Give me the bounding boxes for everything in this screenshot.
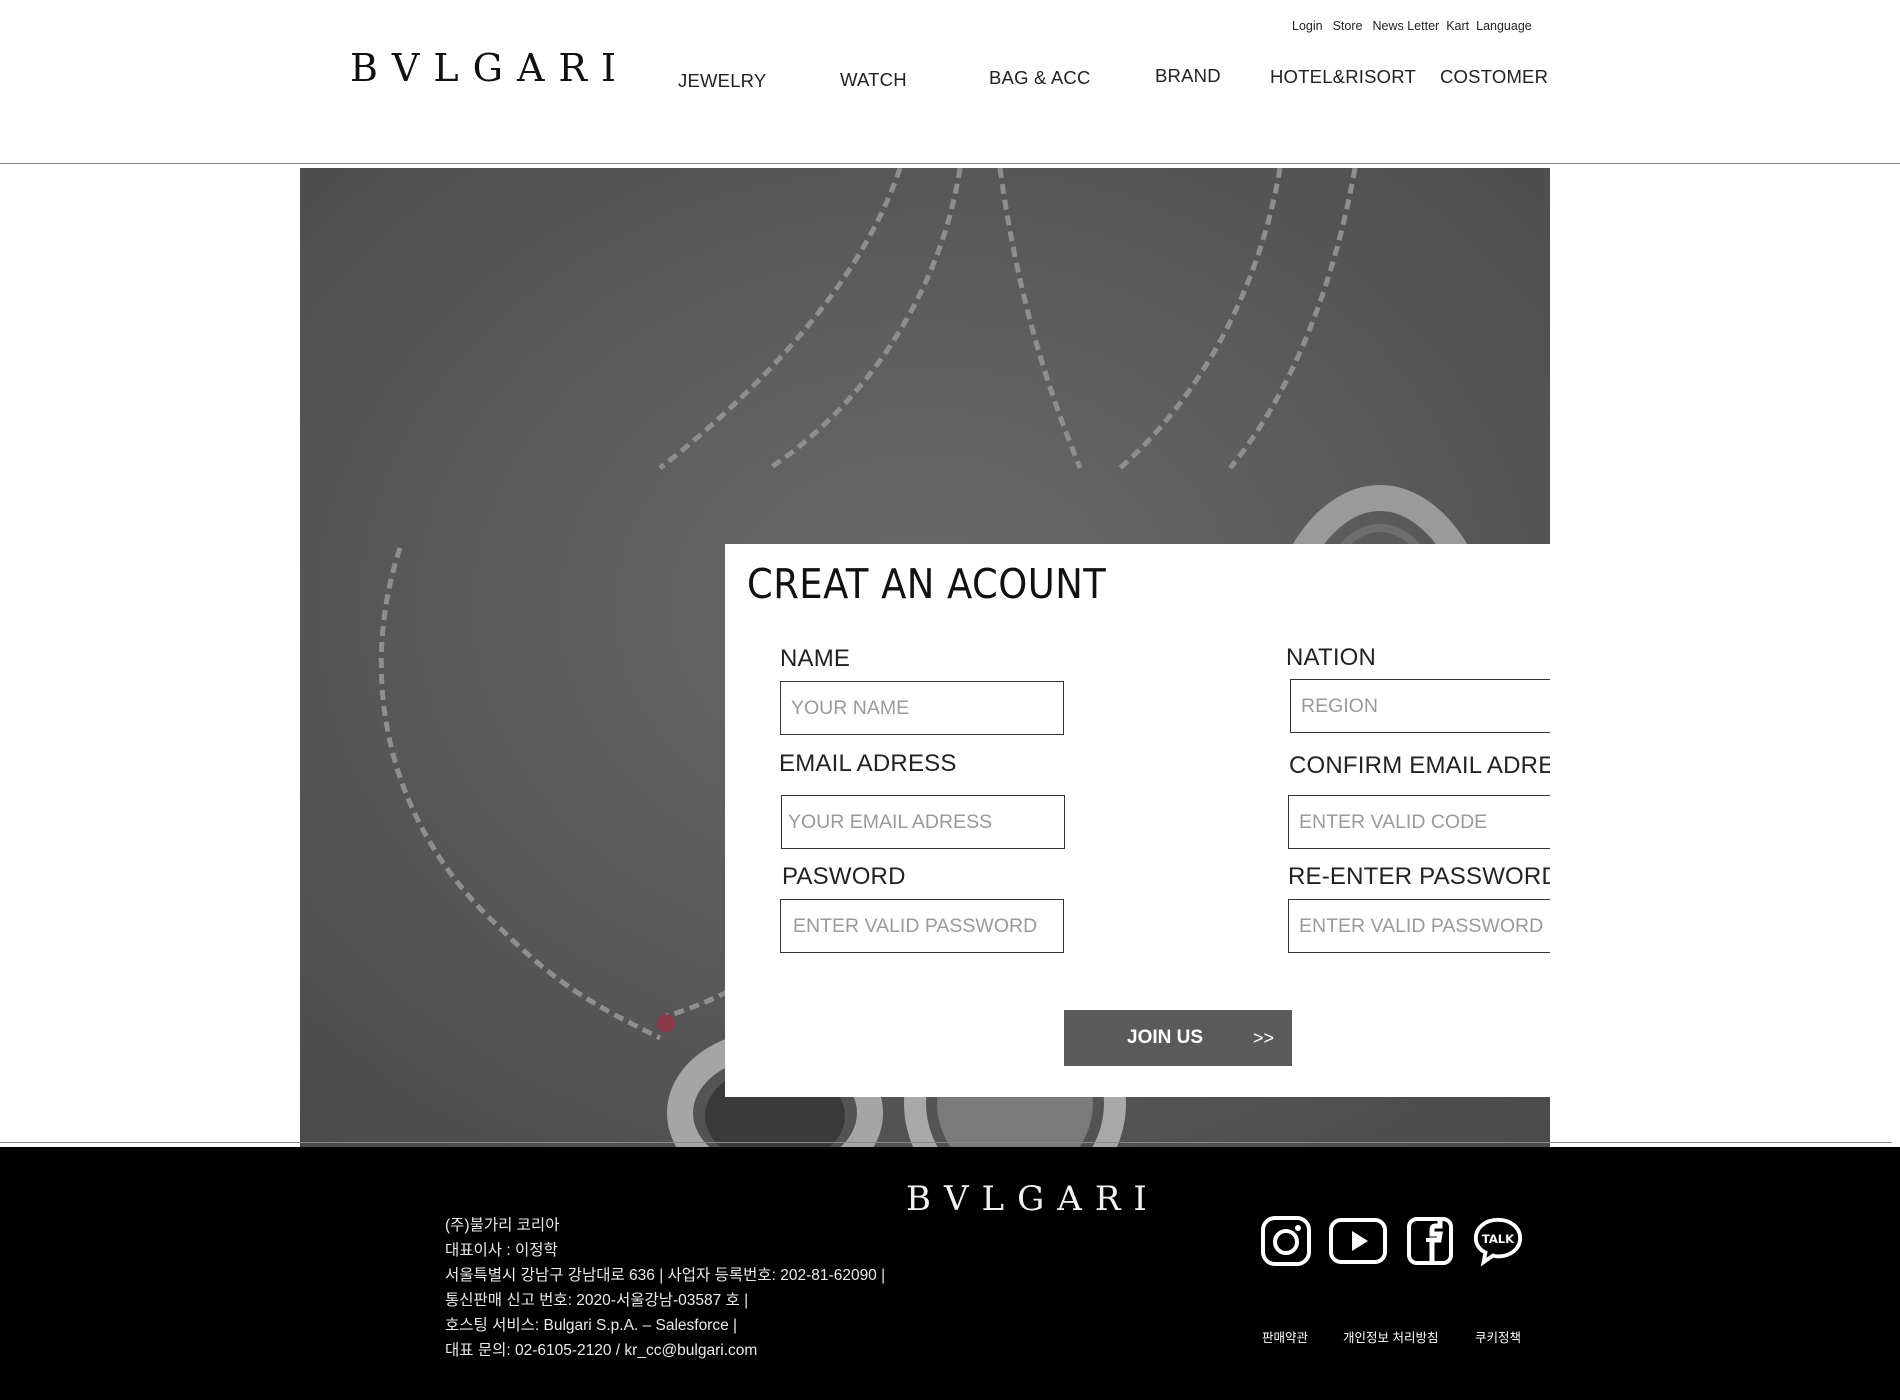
join-us-button[interactable]: JOIN US >> xyxy=(1064,1010,1292,1066)
utility-links: Login Store News Letter Kart Language xyxy=(1292,19,1542,33)
nav-jewelry[interactable]: JEWELRY xyxy=(678,70,766,92)
kakaotalk-icon[interactable]: TALK xyxy=(1472,1215,1524,1267)
privacy-policy-link[interactable]: 개인정보 처리방침 xyxy=(1343,1327,1438,1346)
login-link[interactable]: Login xyxy=(1292,19,1323,33)
company-info: (주)불가리 코리아 대표이사 : 이정학 서울특별시 강남구 강남대로 636… xyxy=(445,1213,885,1363)
instagram-icon[interactable] xyxy=(1260,1215,1312,1267)
nav-watch[interactable]: WATCH xyxy=(840,69,907,91)
terms-of-sale-link[interactable]: 판매약관 xyxy=(1262,1327,1308,1346)
hero-jewelry-image: CREAT AN ACOUNT NAME NATION EMAIL ADRESS… xyxy=(300,168,1550,1147)
company-hosting: 호스팅 서비스: Bulgari S.p.A. – Salesforce | xyxy=(445,1317,738,1334)
name-label: NAME xyxy=(780,645,851,672)
brand-logo[interactable]: BVLGARI xyxy=(350,46,630,90)
reenter-password-label: RE-ENTER PASSWORD xyxy=(1288,863,1550,890)
email-label: EMAIL ADRESS xyxy=(779,750,957,777)
cookie-policy-link[interactable]: 쿠키정책 xyxy=(1475,1327,1521,1346)
nav-bag-acc[interactable]: BAG & ACC xyxy=(989,67,1091,89)
create-account-card: CREAT AN ACOUNT NAME NATION EMAIL ADRESS… xyxy=(725,544,1550,1097)
password-label: PASWORD xyxy=(782,863,906,890)
youtube-icon[interactable] xyxy=(1328,1215,1388,1267)
company-contact: 대표 문의: 02-6105-2120 / kr_cc@bulgari.com xyxy=(445,1342,758,1359)
company-address: 서울특별시 강남구 강남대로 636 | 사업자 등록번호: 202-81-62… xyxy=(445,1267,886,1284)
company-ceo: 대표이사 : 이정학 xyxy=(445,1242,558,1259)
join-us-label: JOIN US xyxy=(1127,1027,1204,1048)
nav-hotel-risort[interactable]: HOTEL&RISORT xyxy=(1270,66,1416,88)
confirm-email-input[interactable] xyxy=(1288,795,1550,849)
nation-label: NATION xyxy=(1286,644,1377,671)
email-input[interactable] xyxy=(781,795,1065,849)
footer-logo[interactable]: BVLGARI xyxy=(906,1179,1160,1219)
company-name: (주)불가리 코리아 xyxy=(445,1217,560,1234)
site-footer: BVLGARI (주)불가리 코리아 대표이사 : 이정학 서울특별시 강남구 … xyxy=(0,1147,1900,1400)
confirm-email-label: CONFIRM EMAIL ADRESS xyxy=(1289,752,1550,779)
nation-input[interactable] xyxy=(1290,679,1550,733)
talk-label: TALK xyxy=(1482,1232,1515,1246)
name-input[interactable] xyxy=(780,681,1064,735)
nav-brand[interactable]: BRAND xyxy=(1155,65,1221,87)
site-header: Login Store News Letter Kart Language BV… xyxy=(0,0,1900,164)
nav-costomer[interactable]: COSTOMER xyxy=(1440,66,1548,88)
form-title: CREAT AN ACOUNT xyxy=(747,560,1107,608)
reenter-password-input[interactable] xyxy=(1288,899,1550,953)
language-link[interactable]: Language xyxy=(1476,19,1532,33)
social-links: TALK xyxy=(1260,1215,1524,1267)
store-link[interactable]: Store xyxy=(1333,19,1363,33)
kart-link[interactable]: Kart xyxy=(1446,19,1469,33)
footer-divider xyxy=(0,1142,1892,1143)
company-registration: 통신판매 신고 번호: 2020-서울강남-03587 호 | xyxy=(445,1292,749,1309)
password-input[interactable] xyxy=(780,899,1064,953)
facebook-icon[interactable] xyxy=(1404,1215,1456,1267)
arrow-icon: >> xyxy=(1253,1028,1275,1048)
newsletter-link[interactable]: News Letter xyxy=(1372,19,1439,33)
